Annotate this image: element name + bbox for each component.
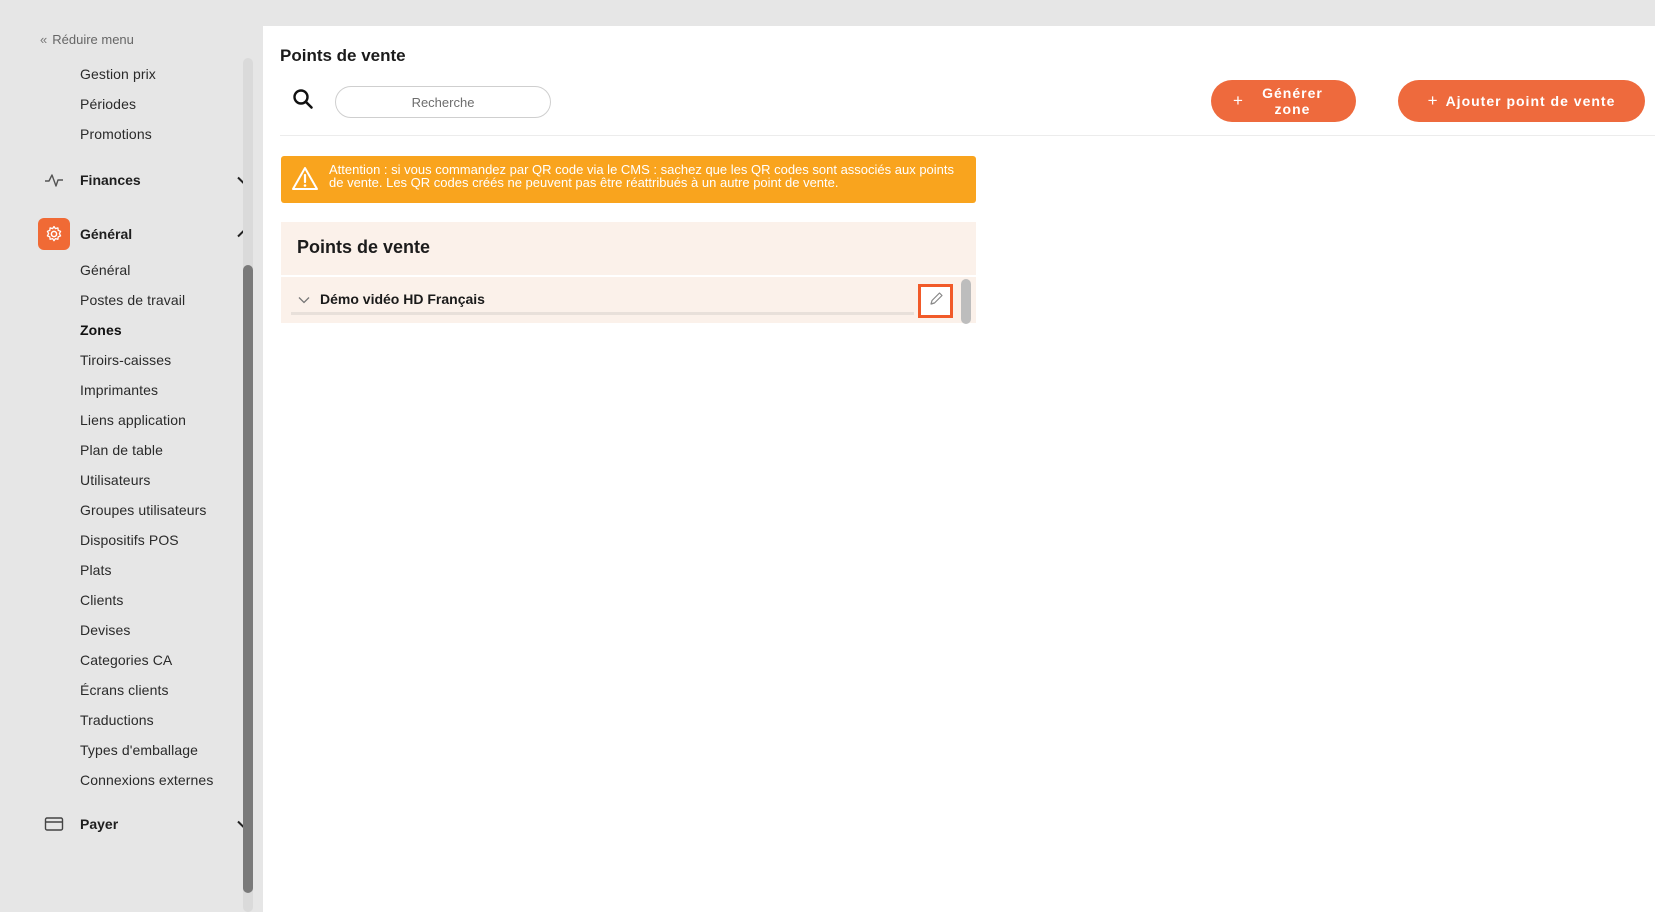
sidebar-item-categories-ca[interactable]: Categories CA [80,652,172,668]
plus-icon: + [1427,91,1438,110]
sidebar-item-traductions[interactable]: Traductions [80,712,154,728]
sidebar-section-general-label: Général [80,226,133,242]
generate-zone-label: Générer zone [1262,85,1323,117]
sidebar-item-zones[interactable]: Zones [80,322,122,338]
sidebar-item-general[interactable]: Général [80,262,131,278]
sidebar-item-types-emballage[interactable]: Types d'emballage [80,742,198,758]
sidebar-item-imprimantes[interactable]: Imprimantes [80,382,158,398]
sidebar-item-periodes[interactable]: Périodes [80,96,136,112]
chevron-down-icon[interactable] [297,293,311,307]
generate-zone-button[interactable]: + Générer zone [1211,80,1356,122]
sidebar-item-groupes-utilisateurs[interactable]: Groupes utilisateurs [80,502,207,518]
sidebar-section-payer-label: Payer [80,816,119,832]
search-icon[interactable] [292,88,314,110]
search-input[interactable] [335,86,551,118]
app-window: « Réduire menu Gestion prix Périodes Pro… [0,0,1655,912]
edit-button[interactable] [918,284,953,318]
sidebar-section-general[interactable]: Général [38,218,253,250]
sidebar-item-dispositifs-pos[interactable]: Dispositifs POS [80,532,179,548]
sidebar-item-tiroirs-caisses[interactable]: Tiroirs-caisses [80,352,171,368]
add-point-de-vente-button[interactable]: + Ajouter point de vente [1398,80,1645,122]
sidebar-section-finances-label: Finances [80,172,141,188]
collapse-menu-label: Réduire menu [52,32,134,47]
sidebar-section-payer[interactable]: Payer [38,808,253,840]
sidebar-item-devises[interactable]: Devises [80,622,131,638]
sidebar-item-clients[interactable]: Clients [80,592,124,608]
panel-title: Points de vente [297,237,431,257]
sidebar-item-utilisateurs[interactable]: Utilisateurs [80,472,150,488]
collapse-menu-button[interactable]: « Réduire menu [40,32,134,47]
warning-alert-text: Attention : si vous commandez par QR cod… [329,163,955,190]
list-scrollbar[interactable] [961,279,971,324]
page-title: Points de vente [280,46,406,65]
plus-icon: + [1233,91,1243,110]
sidebar-item-gestion-prix[interactable]: Gestion prix [80,66,156,82]
credit-card-icon [38,808,70,840]
sidebar-item-plats[interactable]: Plats [80,562,112,578]
sidebar-item-postes-de-travail[interactable]: Postes de travail [80,292,185,308]
main-content: Points de vente + Générer zone + Ajouter… [263,26,1655,912]
sidebar-section-finances[interactable]: Finances [38,164,253,196]
sidebar-item-plan-de-table[interactable]: Plan de table [80,442,163,458]
sidebar: « Réduire menu Gestion prix Périodes Pro… [8,0,255,912]
warning-alert: Attention : si vous commandez par QR cod… [281,156,976,203]
sidebar-item-ecrans-clients[interactable]: Écrans clients [80,682,169,698]
add-point-de-vente-label: Ajouter point de vente [1445,93,1616,109]
header-divider [280,135,1655,136]
pencil-icon [927,290,945,313]
sidebar-scrollbar-thumb[interactable] [243,265,253,893]
sidebar-item-liens-application[interactable]: Liens application [80,412,186,428]
gear-icon [38,218,70,250]
double-chevron-left-icon: « [40,32,48,47]
row-divider [291,312,914,315]
points-de-vente-panel: Points de vente Démo vidéo HD Français [281,222,976,324]
list-item[interactable]: Démo vidéo HD Français [281,277,976,324]
point-de-vente-name: Démo vidéo HD Français [320,291,485,307]
sidebar-item-connexions-externes[interactable]: Connexions externes [80,772,213,788]
warning-triangle-icon [291,165,319,193]
sidebar-item-promotions[interactable]: Promotions [80,126,152,142]
activity-icon [38,164,70,196]
